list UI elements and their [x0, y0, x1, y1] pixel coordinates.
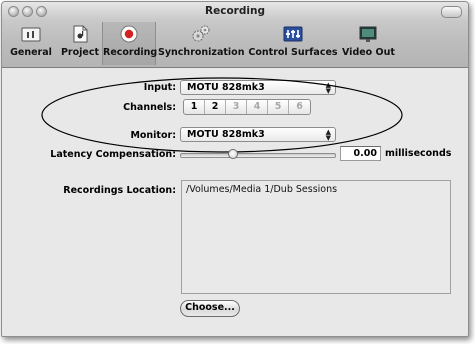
- latency-slider-knob[interactable]: [228, 149, 238, 159]
- latency-slider-track[interactable]: [180, 153, 336, 158]
- preferences-window: Recording General Project Recording Sync…: [1, 1, 469, 337]
- highlight-ellipse: [41, 77, 403, 153]
- recordings-location-label: Recordings Location:: [63, 185, 176, 196]
- choose-button[interactable]: Choose...: [180, 300, 240, 317]
- latency-compensation-label: Latency Compensation:: [50, 149, 176, 160]
- recordings-location-field[interactable]: /Volumes/Media 1/Dub Sessions: [181, 180, 451, 294]
- latency-value-field[interactable]: 0.00: [340, 146, 381, 161]
- latency-unit-label: milliseconds: [385, 148, 452, 159]
